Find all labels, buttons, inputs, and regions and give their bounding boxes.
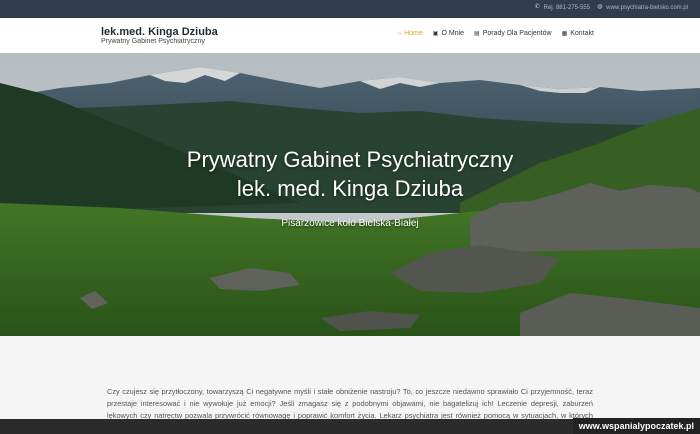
phone-number: Rej. 881-275-555 bbox=[543, 4, 590, 11]
brand-subtitle: Prywatny Gabinet Psychiatryczny bbox=[101, 38, 205, 45]
hero-location: Pisarzowice koło Bielska-Białej bbox=[281, 218, 419, 229]
phone-contact[interactable]: ✆ Rej. 881-275-555 bbox=[534, 4, 590, 11]
nav-item-kontakt[interactable]: ▦ Kontakt bbox=[562, 30, 594, 37]
brand-title[interactable]: lek.med. Kinga Dziuba bbox=[101, 26, 218, 38]
hero-banner: Prywatny Gabinet Psychiatryczny lek. med… bbox=[0, 53, 700, 336]
hero-doctor-name: lek. med. Kinga Dziuba bbox=[236, 176, 464, 201]
nav-label: Kontakt bbox=[570, 30, 594, 37]
watermark: www.wspanialypoczatek.pl bbox=[572, 418, 700, 434]
website-link[interactable]: ◍ www.psychiatra-bielsko.com.pl bbox=[596, 4, 688, 11]
globe-icon: ◍ bbox=[597, 4, 603, 10]
nav-label: O Mnie bbox=[441, 30, 465, 37]
nav-item-porady[interactable]: ▤ Porady Dla Pacjentów bbox=[474, 30, 552, 37]
nav-label: Home bbox=[404, 30, 423, 37]
contact-icon: ▦ bbox=[561, 31, 568, 37]
top-bar: ✆ Rej. 881-275-555 ◍ www.psychiatra-biel… bbox=[0, 0, 700, 18]
nav-item-o-mnie[interactable]: ▣ O Mnie bbox=[433, 30, 464, 37]
website-url: www.psychiatra-bielsko.com.pl bbox=[606, 4, 688, 11]
book-icon: ▤ bbox=[474, 31, 480, 37]
nav-label: Porady Dla Pacjentów bbox=[482, 30, 552, 37]
site-header: lek.med. Kinga Dziuba Prywatny Gabinet P… bbox=[0, 18, 700, 53]
document-icon: ▣ bbox=[432, 31, 439, 37]
main-nav: ⌂ Home ▣ O Mnie ▤ Porady Dla Pacjentów ▦… bbox=[397, 30, 594, 37]
phone-icon: ✆ bbox=[534, 4, 540, 10]
hero-title: Prywatny Gabinet Psychiatryczny bbox=[186, 147, 514, 172]
home-icon: ⌂ bbox=[397, 30, 402, 37]
nav-item-home[interactable]: ⌂ Home bbox=[397, 30, 422, 37]
